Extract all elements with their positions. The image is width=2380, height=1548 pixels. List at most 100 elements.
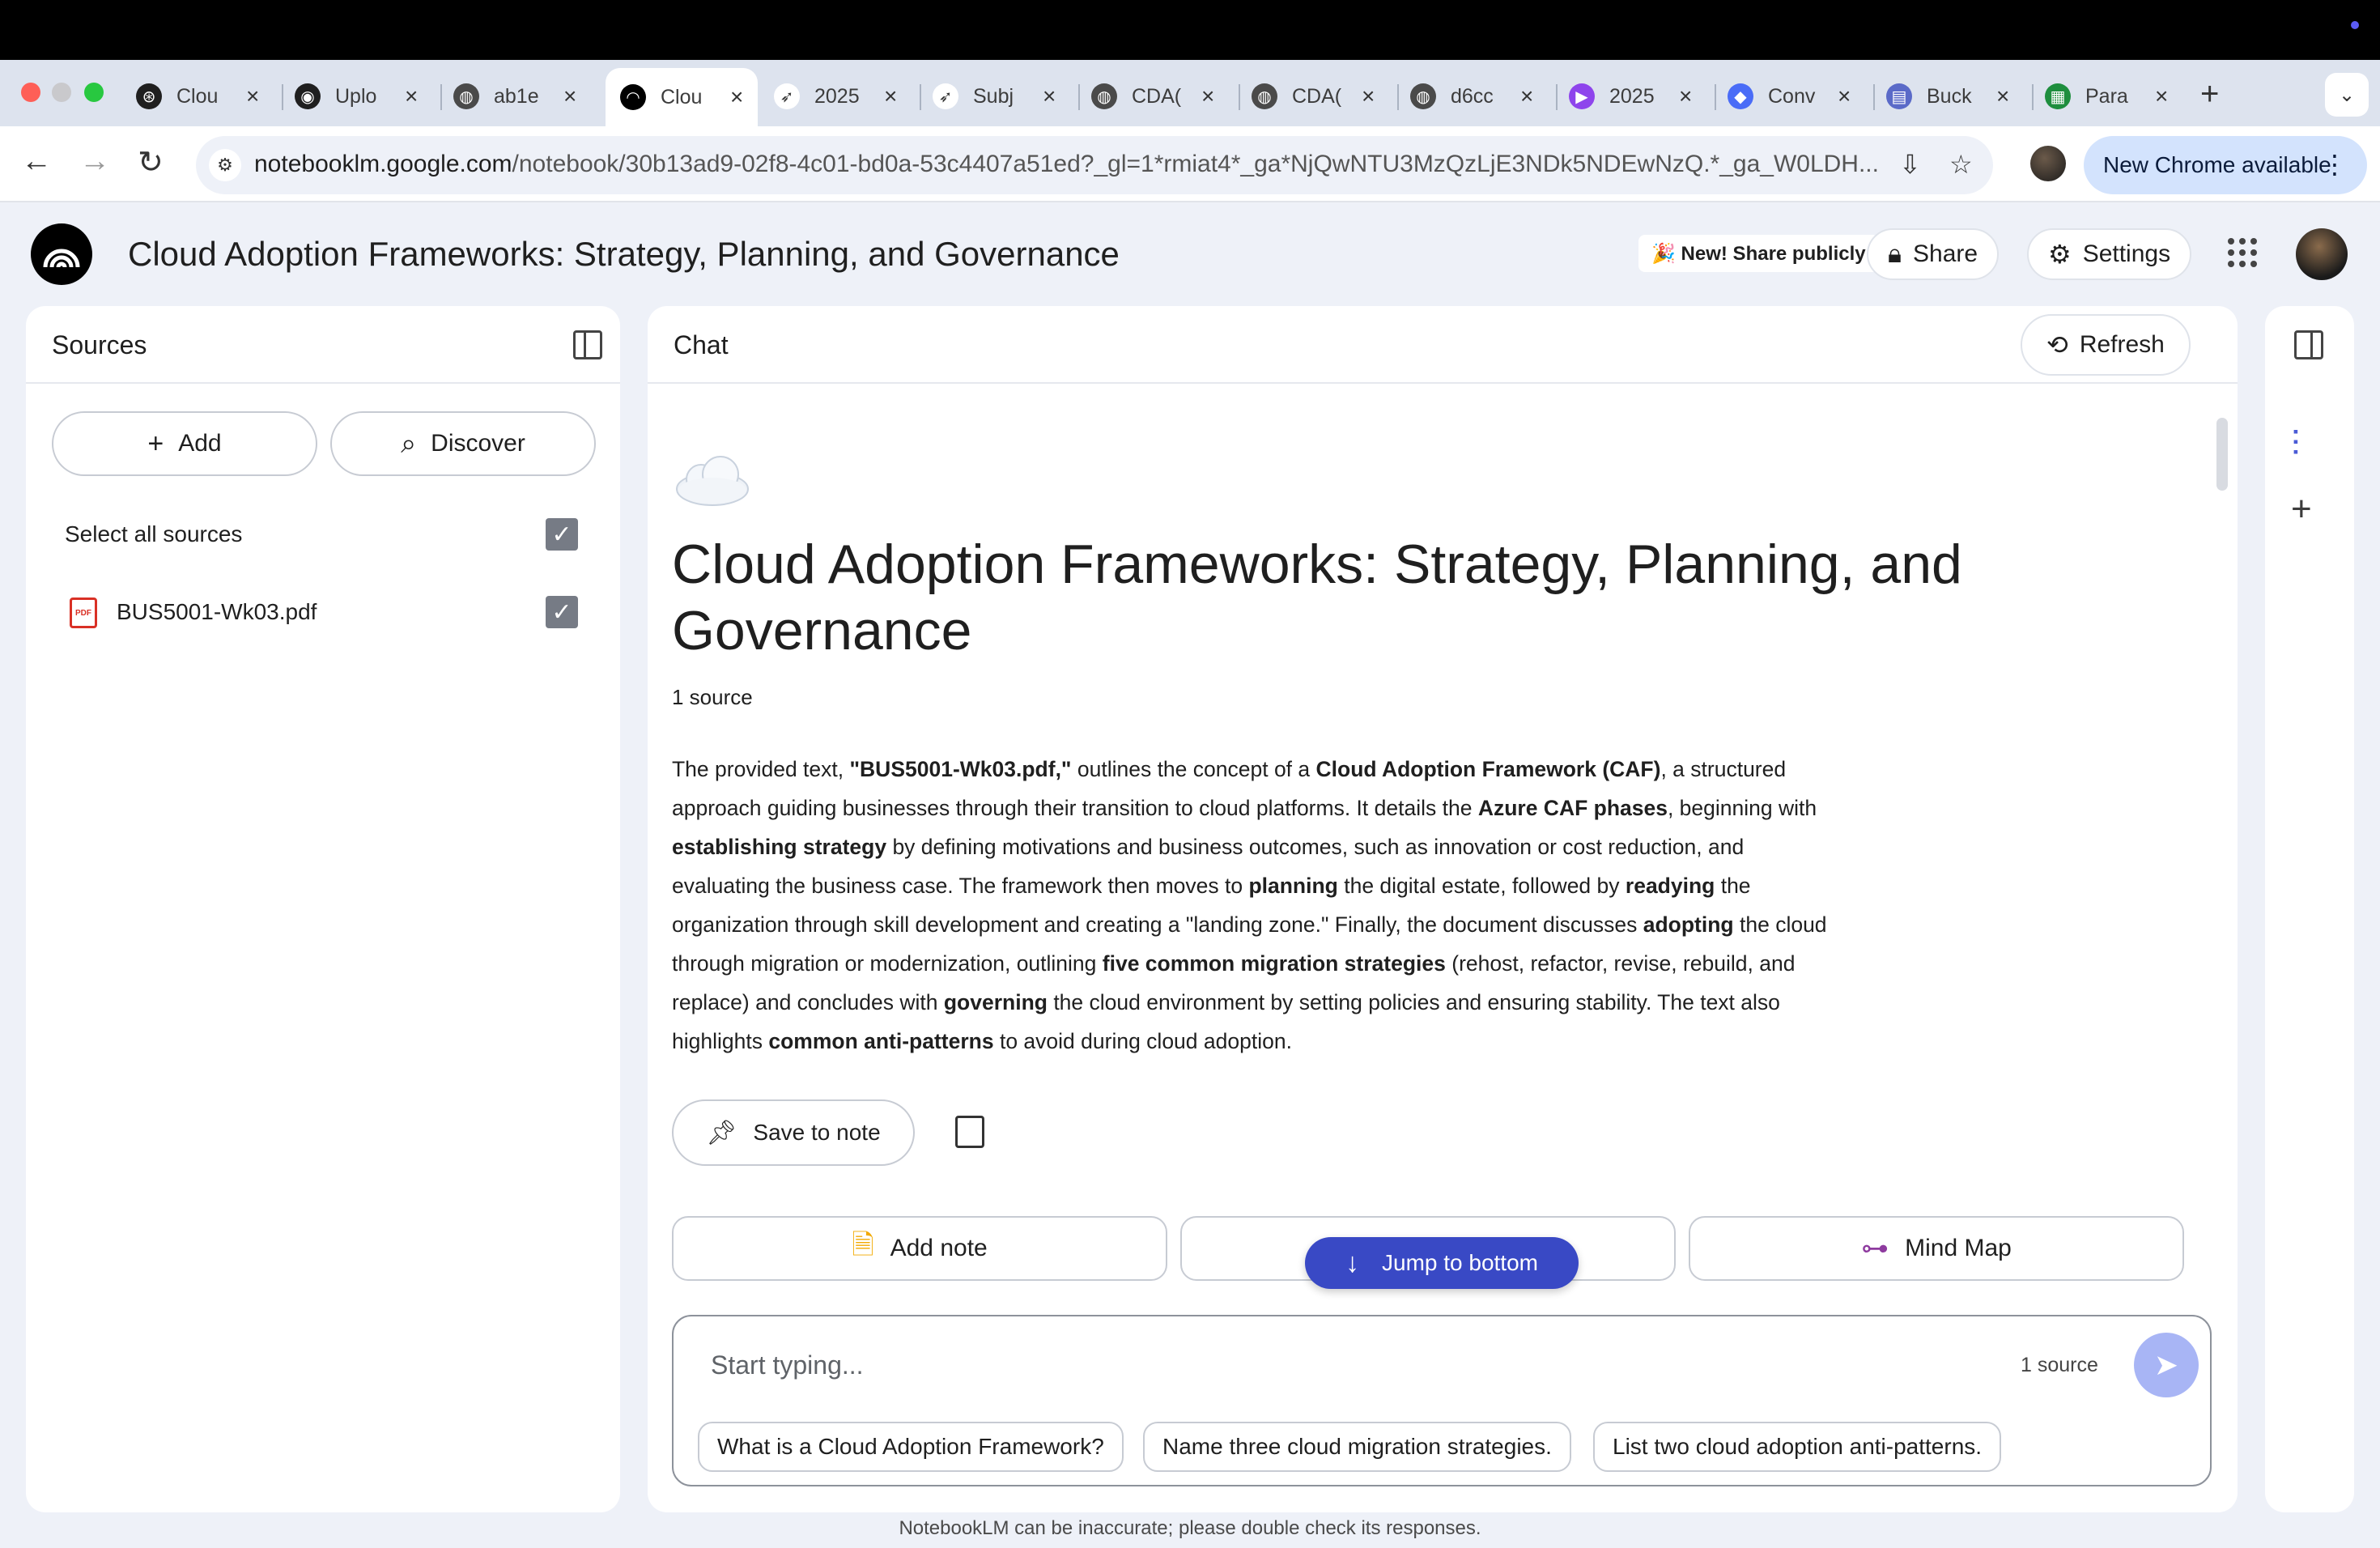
bird-icon: ➶ <box>933 83 958 109</box>
video-icon: ▶ <box>1569 83 1595 109</box>
reload-button[interactable]: ↻ <box>138 144 164 181</box>
new-tab-button[interactable]: + <box>2200 76 2219 113</box>
add-note-button[interactable]: 🗎 Add note <box>672 1216 1167 1281</box>
send-icon: ➤ <box>2153 1348 2179 1381</box>
chrome-update-label: New Chrome available <box>2103 152 2331 177</box>
source-item-label[interactable]: BUS5001-Wk03.pdf <box>117 599 317 625</box>
browser-tab[interactable]: ◍ d6cc × <box>1410 70 1533 123</box>
tab-close-icon[interactable]: × <box>730 84 743 110</box>
summary-emphasis: "BUS5001-Wk03.pdf," <box>849 757 1072 781</box>
select-all-checkbox[interactable]: ✓ <box>546 518 578 551</box>
share-button[interactable]: 🔒︎ Share <box>1867 228 2000 280</box>
pin-icon: 📌︎ <box>706 1119 737 1146</box>
add-source-button[interactable]: + Add <box>52 411 317 476</box>
collapse-sources-icon[interactable] <box>573 330 602 359</box>
tab-close-icon[interactable]: × <box>1520 83 1533 109</box>
source-item-checkbox[interactable]: ✓ <box>546 596 578 628</box>
browser-tab[interactable]: ◍ CDA(× <box>1252 70 1375 123</box>
suggestion-chip[interactable]: Name three cloud migration strategies. <box>1143 1422 1571 1472</box>
share-label: Share <box>1913 240 1978 267</box>
tab-close-icon[interactable]: × <box>884 83 897 109</box>
browser-tab[interactable]: ▶ 2025 × <box>1569 70 1692 123</box>
notebook-summary: The provided text, "BUS5001-Wk03.pdf," o… <box>672 750 1838 1061</box>
save-to-note-button[interactable]: 📌︎ Save to note <box>672 1099 915 1166</box>
window-zoom-button[interactable] <box>84 83 104 102</box>
tab-separator <box>1078 84 1080 110</box>
tab-close-icon[interactable]: × <box>563 83 576 109</box>
tab-close-icon[interactable]: × <box>405 83 418 109</box>
suggestion-chip[interactable]: List two cloud adoption anti-patterns. <box>1593 1422 2002 1472</box>
select-all-label: Select all sources <box>65 521 243 546</box>
source-count: 1 source <box>672 685 753 709</box>
add-note-plus-icon[interactable]: + <box>2291 489 2312 529</box>
account-avatar[interactable] <box>2296 228 2348 280</box>
tab-close-icon[interactable]: × <box>1201 83 1214 109</box>
audio-overview-icon[interactable]: ⫶ <box>2291 424 2300 465</box>
tab-separator <box>920 84 921 110</box>
tab-separator <box>1239 84 1240 110</box>
discover-search-icon: ⌕ <box>401 427 417 459</box>
address-bar[interactable]: ⚙ notebooklm.google.com/notebook/30b13ad… <box>196 136 1993 194</box>
mind-map-button[interactable]: ⊶ Mind Map <box>1689 1216 2184 1281</box>
browser-tab[interactable]: ⊛ Clou × <box>136 70 259 123</box>
notebooklm-logo-icon[interactable] <box>31 223 92 285</box>
tab-close-icon[interactable]: × <box>1043 83 1056 109</box>
refresh-button[interactable]: ⟲ Refresh <box>2021 314 2191 376</box>
send-button[interactable]: ➤ <box>2134 1333 2199 1397</box>
suggestion-chip[interactable]: What is a Cloud Adoption Framework? <box>698 1422 1124 1472</box>
cube-icon: ◆ <box>1728 83 1753 109</box>
tab-search-button[interactable]: ⌄ <box>2325 73 2369 117</box>
forward-button[interactable]: → <box>79 144 110 179</box>
tab-close-icon[interactable]: × <box>1838 83 1851 109</box>
bookmark-star-icon[interactable]: ☆ <box>1949 149 1973 180</box>
jump-to-bottom-button[interactable]: ↓ Jump to bottom <box>1305 1237 1579 1289</box>
browser-tab[interactable]: ◍ ab1e × <box>453 70 576 123</box>
window-close-button[interactable] <box>21 83 40 102</box>
chat-scrollbar[interactable] <box>2216 418 2228 491</box>
add-source-label: Add <box>178 430 222 457</box>
tab-separator <box>1556 84 1558 110</box>
window-minimize-button[interactable] <box>52 83 71 102</box>
notebook-title[interactable]: Cloud Adoption Frameworks: Strategy, Pla… <box>128 235 1120 274</box>
tab-title: Subj <box>973 84 1014 108</box>
discover-sources-button[interactable]: ⌕ Discover <box>330 411 596 476</box>
browser-tab[interactable]: ◍ CDA(× <box>1091 70 1214 123</box>
arrow-down-icon: ↓ <box>1345 1247 1359 1278</box>
site-info-icon[interactable]: ⚙ <box>209 149 241 181</box>
google-apps-icon[interactable] <box>2228 238 2257 267</box>
tab-title: CDA( <box>1132 84 1182 108</box>
tab-strip: ⊛ Clou × ◉ Uplo × ◍ ab1e × ◠ Clou × ➶ 2025 × ➶ Subj × ◍ CDA… <box>0 60 2380 126</box>
browser-tab[interactable]: ▤ Buck × <box>1886 70 2009 123</box>
url-text[interactable]: notebooklm.google.com/notebook/30b13ad9-… <box>254 151 1922 178</box>
globe-icon: ◍ <box>1252 83 1277 109</box>
system-menubar <box>0 0 2380 60</box>
install-app-icon[interactable]: ⇩ <box>1899 149 1921 180</box>
chrome-menu-icon[interactable]: ⋮ <box>2322 149 2348 180</box>
browser-tab[interactable]: ◆ Conv × <box>1728 70 1851 123</box>
studio-rail <box>2265 306 2354 1512</box>
browser-tab[interactable]: ➶ Subj × <box>933 70 1056 123</box>
settings-button[interactable]: ⚙ Settings <box>2027 228 2192 280</box>
sources-panel: Sources <box>26 306 620 1512</box>
browser-tab[interactable]: ◠ Clou × <box>606 68 759 126</box>
tab-title: Conv <box>1768 84 1816 108</box>
expand-studio-icon[interactable] <box>2294 330 2323 359</box>
tab-separator <box>1715 84 1716 110</box>
share-publicly-badge[interactable]: 🎉 New! Share publicly <box>1638 235 1879 272</box>
browser-tab[interactable]: ➶ 2025 × <box>774 70 897 123</box>
browser-tab[interactable]: ◉ Uplo × <box>295 70 418 123</box>
tab-close-icon[interactable]: × <box>1679 83 1692 109</box>
tab-close-icon[interactable]: × <box>2155 83 2168 109</box>
copy-icon[interactable] <box>955 1116 984 1148</box>
pdf-file-icon: PDF <box>70 598 97 628</box>
chat-input[interactable] <box>711 1346 1844 1384</box>
profile-avatar[interactable] <box>2030 146 2066 181</box>
tab-title: 2025 <box>814 84 860 108</box>
chrome-update-button[interactable]: New Chrome available ⋮ <box>2084 136 2367 194</box>
back-button[interactable]: ← <box>21 144 52 179</box>
settings-label: Settings <box>2082 240 2171 267</box>
tab-close-icon[interactable]: × <box>1996 83 2009 109</box>
browser-tab[interactable]: ▦ Para × <box>2045 70 2168 123</box>
tab-close-icon[interactable]: × <box>1362 83 1375 109</box>
tab-close-icon[interactable]: × <box>246 83 259 109</box>
